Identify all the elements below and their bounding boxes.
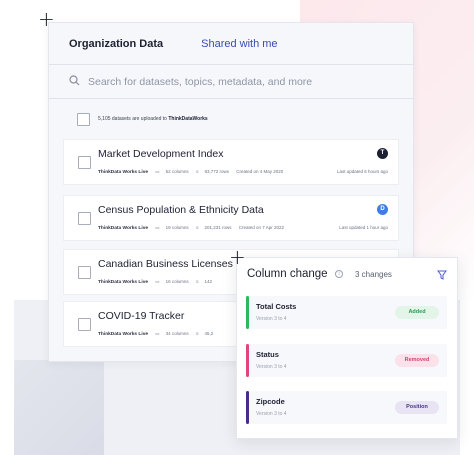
change-version: Version 3 to 4 [256, 364, 287, 370]
dataset-title: COVID-19 Tracker [98, 310, 185, 322]
change-item[interactable]: Status Version 3 to 4 Removed [246, 344, 447, 377]
dataset-meta: ThinkData Works Live ▭ 52 columns ≡ 93,772… [98, 169, 284, 175]
dataset-card[interactable]: Census Population & Ethnicity Data Think… [63, 195, 399, 241]
columns-icon: ▭ [155, 279, 160, 284]
dataset-title: Canadian Business Licenses [98, 258, 233, 270]
upload-count-text: 5,105 datasets are uploaded to ThinkData… [98, 116, 208, 122]
change-indicator [246, 296, 249, 329]
columns-icon: ▭ [155, 331, 160, 336]
change-column-name: Total Costs [256, 302, 297, 311]
plus-icon: + [229, 245, 246, 269]
tab-organization-data[interactable]: Organization Data [69, 38, 163, 50]
status-badge: Removed [395, 354, 439, 367]
avatar: D [377, 204, 388, 215]
select-all-checkbox[interactable] [77, 112, 90, 126]
dataset-checkbox[interactable] [78, 318, 91, 331]
change-indicator [246, 391, 249, 424]
filter-icon[interactable] [437, 267, 447, 285]
dataset-checkbox[interactable] [78, 212, 91, 225]
rows-icon: ≡ [195, 169, 199, 174]
last-updated: Last updated 1 hour ago [339, 225, 388, 230]
column-change-title: Column change [247, 268, 328, 280]
last-updated: Last updated 6 hours ago [336, 169, 388, 174]
change-indicator [246, 344, 249, 377]
dataset-title: Census Population & Ethnicity Data [98, 204, 264, 216]
info-icon[interactable]: i [335, 270, 343, 278]
columns-icon: ▭ [155, 169, 160, 174]
search-icon [69, 74, 80, 89]
dataset-card[interactable]: Market Development Index ThinkData Works… [63, 139, 399, 185]
search-bar [49, 65, 413, 99]
status-badge: Added [395, 306, 439, 319]
rows-icon: ≡ [195, 225, 199, 230]
change-count: 3 changes [355, 270, 392, 279]
status-badge: Position [395, 401, 439, 414]
tab-shared-with-me[interactable]: Shared with me [201, 38, 277, 50]
search-input[interactable] [88, 75, 368, 88]
avatar: T [377, 148, 388, 159]
dataset-meta: ThinkData Works Live ▭ 19 columns ≡ 201,23… [98, 225, 285, 231]
column-change-panel: Column change i 3 changes Total Costs Ve… [236, 257, 458, 439]
change-version: Version 3 to 4 [256, 316, 287, 322]
background-wedge-shape [14, 360, 104, 455]
dataset-meta: ThinkData Works Live ▭ 16 columns ≡ 142 [98, 279, 212, 285]
change-version: Version 3 to 4 [256, 411, 287, 417]
change-item[interactable]: Zipcode Version 3 to 4 Position [246, 391, 447, 424]
dataset-checkbox[interactable] [78, 156, 91, 169]
change-column-name: Status [256, 350, 279, 359]
dataset-checkbox[interactable] [78, 266, 91, 279]
rows-icon: ≡ [195, 279, 199, 284]
columns-icon: ▭ [155, 225, 160, 230]
rows-icon: ≡ [195, 331, 199, 336]
dataset-meta: ThinkData Works Live ▭ 34 columns ≡ 45,2 [98, 331, 214, 337]
select-all-row: 5,105 datasets are uploaded to ThinkData… [49, 99, 413, 139]
tab-bar: Organization Data Shared with me [49, 23, 413, 65]
change-column-name: Zipcode [256, 397, 285, 406]
change-item[interactable]: Total Costs Version 3 to 4 Added [246, 296, 447, 329]
dataset-title: Market Development Index [98, 148, 224, 160]
